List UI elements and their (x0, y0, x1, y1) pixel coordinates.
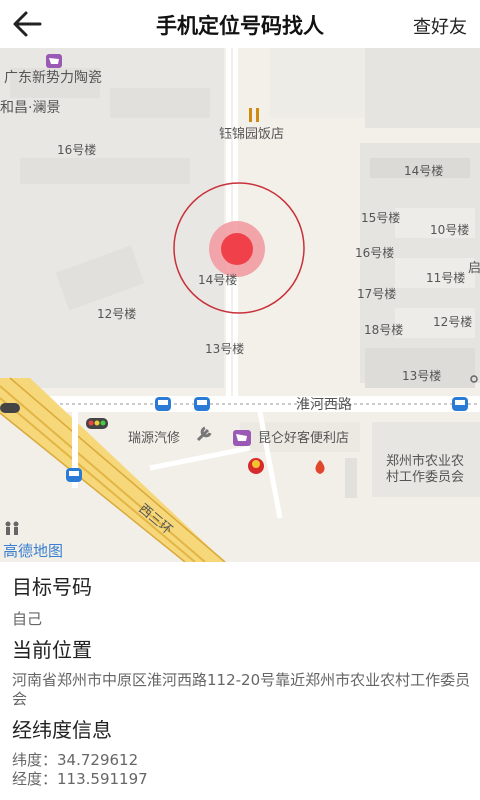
bus-stop-icon[interactable] (155, 397, 171, 411)
coordinates-heading: 经纬度信息 (12, 718, 112, 742)
longitude-value: 113.591197 (57, 770, 148, 788)
map-label-poi[interactable]: 郑州市农业农 (386, 453, 464, 469)
shopping-cart-icon[interactable] (233, 430, 251, 446)
target-number-heading: 目标号码 (12, 575, 92, 599)
map-label-building: 16号楼 (57, 142, 96, 157)
map-label-poi[interactable]: 和昌·澜景 (0, 100, 60, 116)
map-label-building: 18号楼 (364, 322, 403, 337)
traffic-light-icon (0, 403, 20, 413)
shopping-cart-icon[interactable] (46, 54, 62, 68)
map-label-building: 15号楼 (361, 210, 400, 225)
current-location-heading: 当前位置 (12, 638, 92, 662)
latitude-row: 纬度：34.729612 (12, 751, 472, 770)
map-view[interactable]: 广东新势力陶瓷 和昌·澜景 16号楼 钰锦园饭店 14号楼 15号楼 10号楼 … (0, 48, 480, 562)
map-label-building: 12号楼 (97, 306, 136, 321)
find-friends-button[interactable]: 查好友 (413, 13, 467, 39)
latitude-value: 34.729612 (57, 751, 139, 769)
map-label-building: 12号楼 (433, 314, 472, 329)
map-label-building: 13号楼 (205, 341, 244, 356)
map-label-building: 13号楼 (402, 368, 441, 383)
map-label-building: 14号楼 (198, 272, 237, 287)
longitude-row: 经度：113.591197 (12, 770, 472, 789)
page-title: 手机定位号码找人 (156, 14, 324, 38)
location-info-panel: 目标号码 自己 当前位置 河南省郑州市中原区淮河西路112-20号靠近郑州市农业… (12, 562, 472, 789)
map-label-poi[interactable]: 昆仑好客便利店 (258, 430, 349, 446)
bus-stop-icon[interactable] (66, 468, 82, 482)
current-location-value: 河南省郑州市中原区淮河西路112-20号靠近郑州市农业农村工作委员会 (12, 671, 471, 708)
location-dot[interactable] (221, 233, 253, 265)
top-bar: 手机定位号码找人 查好友 (0, 0, 480, 48)
map-label-building: 11号楼 (426, 270, 465, 285)
map-label-poi[interactable]: 瑞源汽修 (128, 431, 180, 446)
bus-stop-icon[interactable] (452, 397, 468, 411)
map-label-building: 10号楼 (430, 222, 469, 237)
map-label-building: 16号楼 (355, 245, 394, 260)
longitude-label: 经度： (12, 770, 58, 788)
bus-stop-icon[interactable] (194, 397, 210, 411)
map-label-road[interactable]: 淮河西路 (296, 397, 352, 413)
map-label-poi[interactable]: 钰锦园饭店 (219, 127, 284, 142)
amap-logo: 高德地图 (3, 542, 63, 560)
map-label-poi[interactable]: 广东新势力陶瓷 (4, 70, 102, 86)
map-label-building: 17号楼 (357, 286, 396, 301)
map-label-edge: 启 (468, 261, 480, 276)
target-number-value: 自己 (12, 610, 43, 628)
latitude-label: 纬度： (12, 751, 58, 769)
map-label-building: 14号楼 (404, 163, 443, 178)
map-label-poi[interactable]: 村工作委员会 (386, 470, 464, 485)
